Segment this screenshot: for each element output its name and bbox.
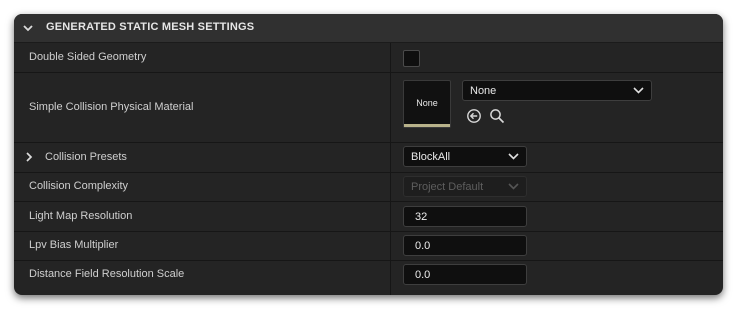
collision-complexity-combo: Project Default (403, 176, 527, 197)
row-double-sided-geometry: Double Sided Geometry (14, 43, 723, 73)
lpv-bias-multiplier-value: 0.0 (415, 240, 431, 252)
thumbnail-accent-bar (404, 124, 450, 127)
chevron-down-icon (633, 87, 644, 94)
distance-field-resolution-scale-input[interactable]: 0.0 (403, 264, 527, 285)
row-simple-collision-physical-material: Simple Collision Physical Material None … (14, 73, 723, 143)
light-map-resolution-label: Light Map Resolution (29, 210, 133, 222)
thumbnail-text: None (416, 98, 438, 108)
details-panel: GENERATED STATIC MESH SETTINGS Double Si… (14, 14, 723, 295)
physical-material-combo[interactable]: None (462, 80, 652, 101)
row-collision-presets: Collision Presets BlockAll (14, 143, 723, 173)
chevron-down-icon[interactable] (23, 23, 33, 33)
lpv-bias-multiplier-input[interactable]: 0.0 (403, 235, 527, 256)
collision-complexity-label: Collision Complexity (29, 180, 129, 192)
section-header[interactable]: GENERATED STATIC MESH SETTINGS (14, 14, 723, 43)
double-sided-geometry-label: Double Sided Geometry (29, 51, 147, 63)
search-icon[interactable] (489, 108, 505, 124)
chevron-down-icon (508, 183, 519, 190)
collision-presets-combo[interactable]: BlockAll (403, 146, 527, 167)
physical-material-value: None (470, 85, 497, 97)
distance-field-resolution-scale-label: Distance Field Resolution Scale (29, 268, 185, 280)
chevron-down-icon (508, 153, 519, 160)
light-map-resolution-value: 32 (415, 211, 428, 223)
asset-thumbnail[interactable]: None (403, 80, 451, 128)
collision-presets-label: Collision Presets (45, 151, 127, 163)
row-collision-complexity: Collision Complexity Project Default (14, 173, 723, 202)
row-lpv-bias-multiplier: Lpv Bias Multiplier 0.0 (14, 232, 723, 261)
collision-complexity-value: Project Default (411, 181, 484, 193)
section-title: GENERATED STATIC MESH SETTINGS (46, 21, 255, 33)
chevron-right-icon[interactable] (25, 152, 33, 162)
double-sided-geometry-checkbox[interactable] (403, 50, 420, 67)
row-distance-field-resolution-scale: Distance Field Resolution Scale 0.0 (14, 261, 723, 291)
simple-collision-physical-material-label: Simple Collision Physical Material (29, 101, 194, 113)
collision-presets-value: BlockAll (411, 151, 451, 163)
lpv-bias-multiplier-label: Lpv Bias Multiplier (29, 239, 119, 251)
distance-field-resolution-scale-value: 0.0 (415, 269, 431, 281)
row-light-map-resolution: Light Map Resolution 32 (14, 202, 723, 232)
light-map-resolution-input[interactable]: 32 (403, 206, 527, 227)
use-selected-arrow-icon[interactable] (466, 108, 482, 124)
